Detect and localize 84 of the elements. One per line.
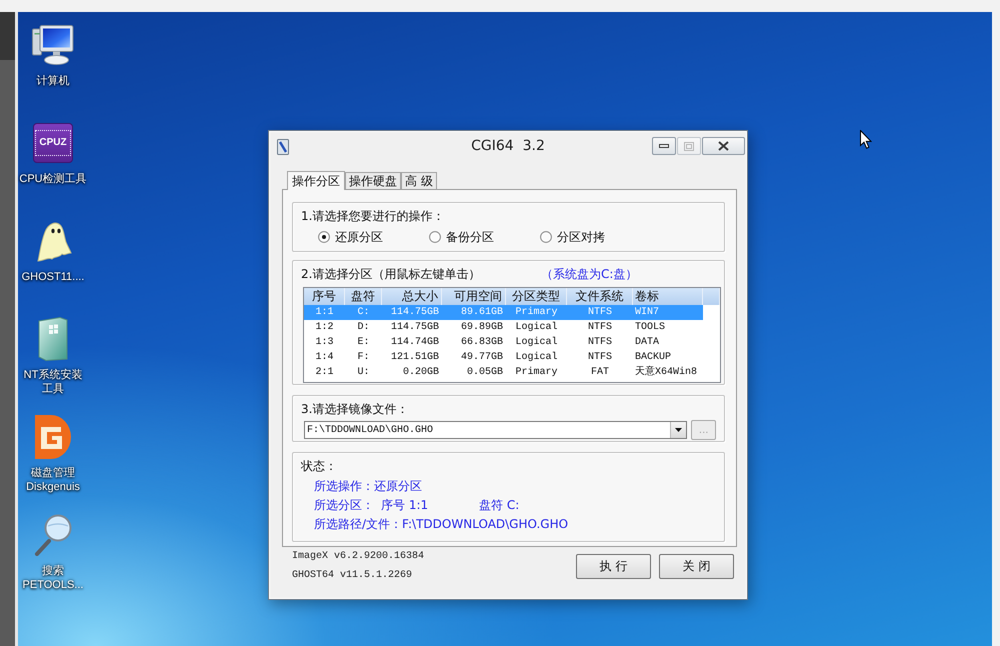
caret-icon: [675, 428, 682, 432]
minimize-button[interactable]: [652, 137, 676, 155]
table-cell-text: Primary: [514, 366, 558, 380]
group-label: 1.请选择您要进行的操作：: [301, 209, 446, 223]
radio-label[interactable]: 分区对拷: [557, 230, 605, 244]
app-icon: [277, 139, 289, 155]
table-cell-text: NTFS: [586, 306, 613, 320]
tab[interactable]: 高 级: [401, 172, 437, 189]
table-cell-text: 114.74GB: [390, 336, 440, 350]
logo-text: CPUZ: [35, 130, 71, 156]
radio-button-icon[interactable]: [318, 231, 330, 243]
window-title: CGI64 3.2: [470, 137, 546, 156]
tab[interactable]: 操作分区: [287, 171, 345, 190]
minimize-icon: [659, 144, 669, 148]
dropdown-button[interactable]: [670, 422, 686, 438]
table-cell-text: FAT: [590, 366, 610, 380]
table-cell-text: 1:3: [314, 336, 334, 350]
radio-button-icon[interactable]: [540, 231, 552, 243]
group-label: 3.请选择镜像文件：: [301, 402, 410, 416]
setup-box-icon[interactable]: [38, 317, 68, 361]
table-cell-text: 1:2: [314, 321, 334, 335]
table-cell-text: 114.75GB: [390, 321, 440, 335]
close-icon: [718, 141, 729, 151]
table-cell-text: 69.89GB: [460, 321, 504, 335]
tab[interactable]: 操作硬盘: [345, 172, 401, 189]
radio-button-icon[interactable]: [429, 231, 441, 243]
partition-row[interactable]: 1:4 F: 121.51GB 49.77GB Logical NTFS BACKUP: [304, 350, 703, 365]
radio-label[interactable]: 还原分区: [335, 230, 383, 244]
table-cell-text: 49.77GB: [460, 351, 504, 365]
table-cell-text: 天意X64Win8: [634, 365, 698, 380]
status-text: 所选分区：: [314, 497, 375, 514]
radio-label[interactable]: 备份分区: [446, 230, 494, 244]
version-text: GHOST64 v11.5.1.2269: [292, 569, 414, 583]
desktop-icon-label[interactable]: CPU检测工具: [19, 172, 87, 186]
table-cell-text: U:: [356, 366, 370, 380]
table-cell-text: WIN7: [634, 306, 660, 320]
magnifier-icon[interactable]: [34, 514, 72, 556]
table-cell-text: BACKUP: [634, 351, 672, 365]
status-text: 所选操作：还原分区: [314, 478, 422, 495]
desktop-icon-label[interactable]: 磁盘管理 Diskgenuis: [19, 466, 87, 494]
table-cell-text: 0.05GB: [466, 366, 504, 380]
desktop-icon-label[interactable]: 计算机: [19, 74, 87, 88]
table-cell-text: Logical: [514, 350, 558, 365]
close-button[interactable]: [702, 137, 745, 155]
table-cell-text: 114.75GB: [390, 306, 440, 320]
partition-row[interactable]: 1:3 E: 114.74GB 66.83GB Logical NTFS DATA: [304, 335, 703, 350]
table-cell-text: 66.83GB: [460, 336, 504, 350]
table-cell-text: 2:1: [314, 366, 334, 380]
table-cell-text: C:: [356, 306, 370, 320]
partition-row[interactable]: 1:2 D: 114.75GB 69.89GB Logical NTFS TOOLS: [304, 320, 703, 335]
computer-monitor-icon[interactable]: [32, 25, 74, 65]
table-cell-text: D:: [356, 321, 370, 335]
table-cell-text: 121.51GB: [390, 351, 440, 365]
group-label: 2.请选择分区（用鼠标左键单击）: [301, 267, 482, 281]
system-disk-note: （系统盘为C:盘）: [541, 267, 638, 281]
table-cell-text: NTFS: [586, 336, 613, 350]
group-label: 状态：: [301, 459, 338, 473]
desktop-icon-label[interactable]: NT系统安装工具: [19, 368, 87, 396]
status-text: 序号 1:1: [381, 497, 430, 514]
table-cell-text: F:: [356, 351, 370, 365]
table-cell-text: Logical: [514, 336, 558, 350]
chip-icon[interactable]: CPUZ: [33, 123, 73, 163]
table-cell-text: NTFS: [586, 321, 613, 335]
table-cell-text: Primary: [514, 306, 558, 320]
dialog-button[interactable]: 关 闭: [659, 554, 734, 579]
table-cell-text: Logical: [514, 320, 558, 335]
file-path-combobox[interactable]: F:\TDDOWNLOAD\GHO.GHO: [304, 421, 688, 439]
status-text: 所选路径/文件：F:\TDDOWNLOAD\GHO.GHO: [314, 516, 568, 533]
table-cell-text: 0.20GB: [402, 366, 440, 380]
status-text: 盘符 C:: [479, 497, 520, 514]
partition-row[interactable]: 2:1 U: 0.20GB 0.05GB Primary FAT 天意X64Win8: [304, 365, 703, 380]
mouse-pointer-icon: [860, 130, 872, 149]
dialog-button[interactable]: 执 行: [576, 554, 651, 579]
maximize-icon: [684, 142, 694, 150]
table-cell-text: DATA: [634, 336, 660, 350]
desktop-icon-label[interactable]: GHOST11....: [19, 270, 87, 284]
table-cell-text: 89.61GB: [460, 306, 504, 320]
table-cell-text: TOOLS: [634, 321, 666, 335]
table-cell-text: 1:1: [314, 306, 334, 320]
disk-logo-icon[interactable]: [35, 415, 71, 459]
table-cell-text: E:: [356, 336, 370, 350]
version-text: ImageX v6.2.9200.16384: [292, 550, 424, 564]
table-cell-text: 1:4: [314, 351, 334, 365]
table-cell-text: NTFS: [586, 351, 613, 365]
